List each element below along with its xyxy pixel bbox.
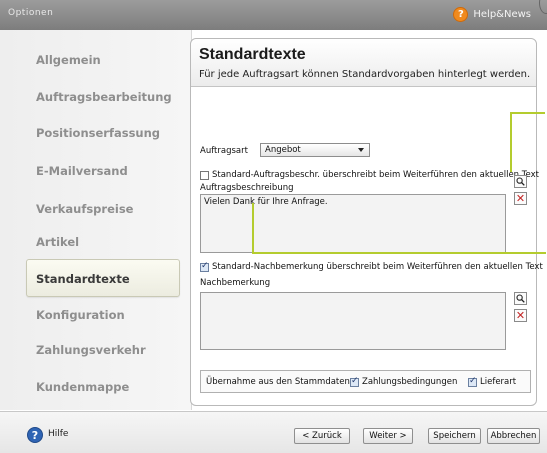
close-icon: ✕ <box>515 192 526 205</box>
search-icon <box>516 177 525 186</box>
save-button[interactable]: Speichern <box>428 428 481 444</box>
nachbemerkung-checkbox[interactable] <box>200 261 209 272</box>
sidebar-item-standardtexte[interactable]: Standardtexte <box>26 259 180 297</box>
nachbemerkung-label: Nachbemerkung <box>200 278 271 288</box>
auftragsbeschr-checkbox-label: Standard-Auftragsbeschr. überschreibt be… <box>212 170 539 180</box>
delete-icon-button-2[interactable]: ✕ <box>514 309 527 322</box>
zahlungsbedingungen-checkbox[interactable] <box>350 376 359 387</box>
sidebar-item-konfiguration[interactable]: Konfiguration <box>36 308 125 322</box>
window-corner-decoration <box>539 0 547 14</box>
auftragsart-select[interactable]: Angebot <box>260 143 370 157</box>
sidebar-item-e-mailversand[interactable]: E-Mailversand <box>36 164 128 178</box>
sidebar-item-positionserfassung[interactable]: Positionserfassung <box>36 126 160 140</box>
auftragsbeschr-checkbox[interactable] <box>200 171 209 180</box>
sidebar-item-label: Standardtexte <box>36 272 130 286</box>
next-button[interactable]: Weiter > <box>363 428 413 444</box>
nachbemerkung-textarea[interactable] <box>200 292 506 350</box>
help-news-label: Help&News <box>473 9 531 20</box>
annotation-line <box>252 252 546 254</box>
search-icon-button-2[interactable] <box>514 292 527 305</box>
cancel-button[interactable]: Abbrechen <box>487 428 540 444</box>
page-title: Standardtexte <box>199 46 306 63</box>
auftragsbeschreibung-textarea[interactable]: Vielen Dank für Ihre Anfrage. <box>200 194 506 253</box>
auftragsbeschreibung-label: Auftragsbeschreibung <box>200 183 294 193</box>
back-button[interactable]: < Zurück <box>294 428 350 444</box>
help-question-icon: ? <box>453 7 469 22</box>
page-subtitle: Für jede Auftragsart können Standardvorg… <box>199 69 531 80</box>
help-icon[interactable]: ? <box>27 427 43 443</box>
sidebar-item-zahlungsverkehr[interactable]: Zahlungsverkehr <box>36 343 146 357</box>
close-icon: ✕ <box>515 309 526 322</box>
sidebar-item-artikel[interactable]: Artikel <box>36 235 79 249</box>
sidebar-item-verkaufspreise[interactable]: Verkaufspreise <box>36 202 133 216</box>
auftragsart-value: Angebot <box>265 145 301 155</box>
nachbemerkung-checkbox-label: Standard-Nachbemerkung überschreibt beim… <box>212 262 543 272</box>
panel-header: Standardtexte Für jede Auftragsart könne… <box>191 39 536 87</box>
sidebar-item-allgemein[interactable]: Allgemein <box>36 53 101 67</box>
title-bar: Optionen ? Help&News <box>0 0 547 30</box>
sidebar: Allgemein Auftragsbearbeitung Positionse… <box>0 30 192 410</box>
sidebar-item-auftragsbearbeitung[interactable]: Auftragsbearbeitung <box>36 90 172 104</box>
hilfe-label[interactable]: Hilfe <box>48 429 68 439</box>
zahlungsbedingungen-label: Zahlungsbedingungen <box>362 377 458 387</box>
auftragsbeschreibung-text: Vielen Dank für Ihre Anfrage. <box>204 197 328 207</box>
lieferart-checkbox[interactable] <box>468 376 477 387</box>
auftragsart-label: Auftragsart <box>200 146 248 156</box>
chevron-down-icon <box>358 148 364 152</box>
annotation-line <box>510 112 512 172</box>
search-icon-button[interactable] <box>514 175 527 188</box>
uebernahme-label: Übernahme aus den Stammdaten <box>206 377 350 387</box>
bottom-bar: ? Hilfe < Zurück Weiter > Speichern Abbr… <box>0 411 547 453</box>
lieferart-label: Lieferart <box>480 377 517 387</box>
window-title: Optionen <box>8 8 54 18</box>
sidebar-item-kundenmappe[interactable]: Kundenmappe <box>36 380 129 394</box>
annotation-line <box>510 112 545 114</box>
annotation-line <box>252 203 254 254</box>
help-news-button[interactable]: ? Help&News <box>453 7 531 22</box>
delete-icon-button[interactable]: ✕ <box>514 192 527 205</box>
search-icon <box>516 294 525 303</box>
